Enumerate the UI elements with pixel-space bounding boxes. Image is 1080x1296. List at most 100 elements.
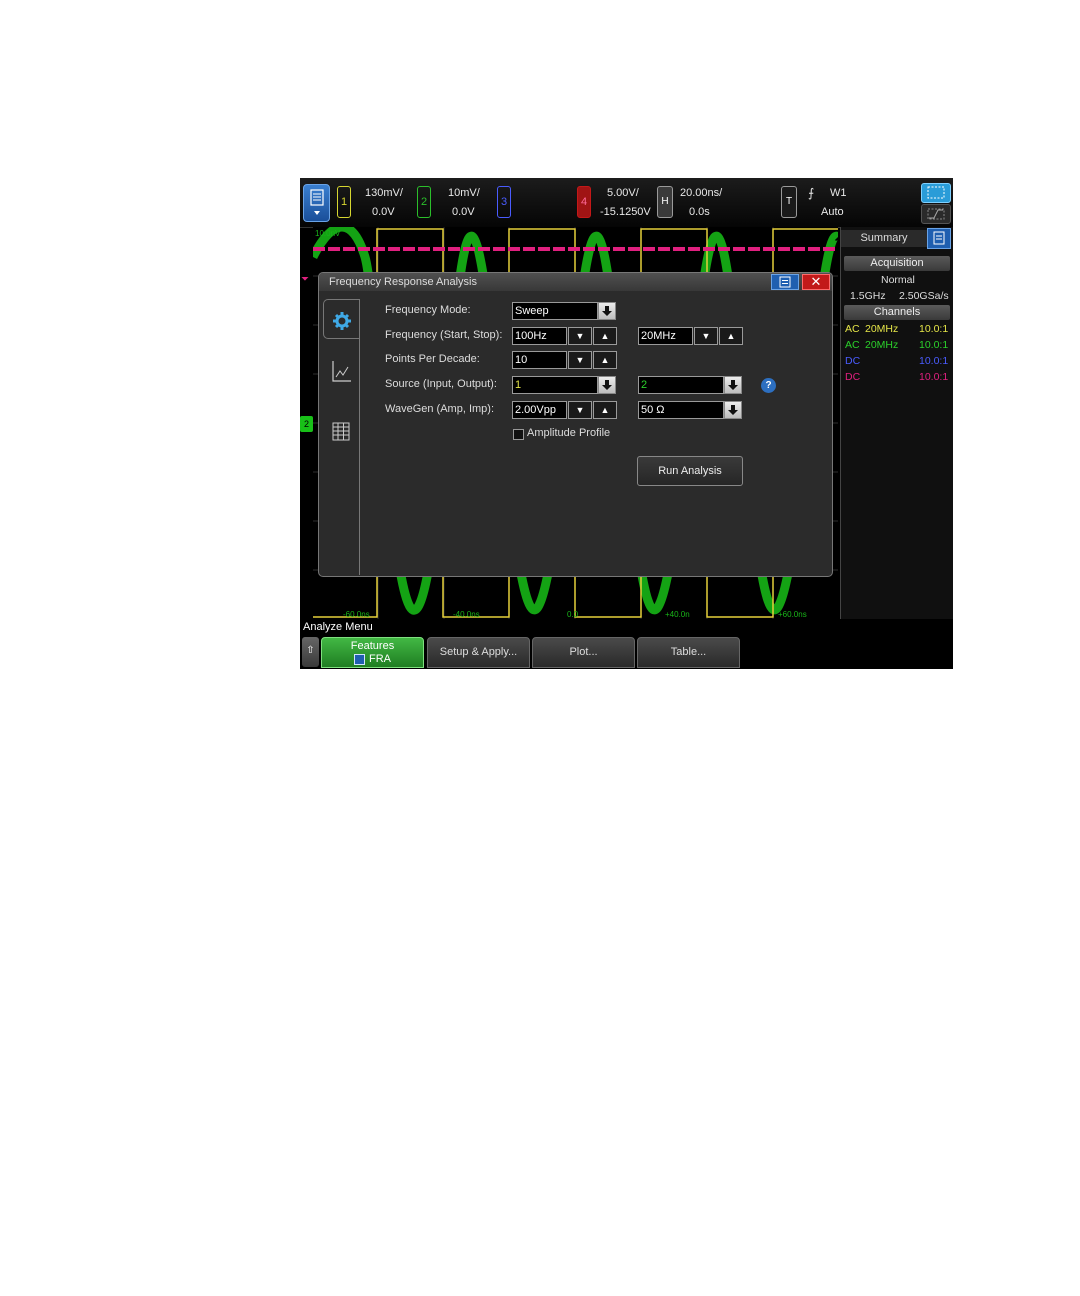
channel-4-scale: 5.00V/ xyxy=(607,187,639,199)
channels-header: Channels xyxy=(844,305,950,320)
source-output-dropdown[interactable] xyxy=(724,376,742,394)
draw-trigger-icon xyxy=(927,208,945,220)
channel-4-offset: -15.1250V xyxy=(600,206,651,218)
frequency-mode-dropdown[interactable] xyxy=(598,302,616,320)
horizontal-button[interactable]: H xyxy=(657,186,673,218)
channel-4-coupling: DC xyxy=(845,371,861,383)
source-output-select[interactable]: 2 xyxy=(638,376,724,394)
points-per-decade-label: Points Per Decade: xyxy=(385,353,480,365)
oscilloscope-screen: 1 130mV/ 0.0V 2 10mV/ 0.0V 3 4 5.00V/ -1… xyxy=(300,178,953,669)
acquisition-mode: Normal xyxy=(881,274,915,286)
dialog-close-button[interactable]: ✕ xyxy=(802,274,830,290)
timebase-value: 20.00ns/ xyxy=(680,187,723,199)
channel-2-probe: 10.0:1 xyxy=(919,339,949,351)
trigger-mode: Auto xyxy=(821,206,844,218)
channel-1-bw: 20MHz xyxy=(865,323,899,335)
delay-value: 0.0s xyxy=(689,206,710,218)
touch-draw-button[interactable] xyxy=(921,204,951,224)
trigger-button[interactable]: T xyxy=(781,186,797,218)
amplitude-profile-label: Amplitude Profile xyxy=(527,427,611,439)
help-icon[interactable]: ? xyxy=(761,378,776,393)
frequency-start-decrement[interactable]: ▼ xyxy=(568,327,592,345)
points-decrement[interactable]: ▼ xyxy=(568,351,592,369)
tab-table[interactable] xyxy=(323,411,359,451)
run-analysis-button[interactable]: Run Analysis xyxy=(637,456,743,486)
dialog-title: Frequency Response Analysis xyxy=(329,276,477,288)
source-label: Source (Input, Output): xyxy=(385,378,497,390)
waveform-scale-label: 10.0nV xyxy=(315,229,341,238)
amplitude-increment[interactable]: ▲ xyxy=(593,401,617,419)
points-per-decade-input[interactable]: 10 xyxy=(512,351,567,369)
table-icon xyxy=(332,422,350,441)
table-softkey[interactable]: Table... xyxy=(637,637,740,668)
status-bar: 1 130mV/ 0.0V 2 10mV/ 0.0V 3 4 5.00V/ -1… xyxy=(300,178,953,228)
channel-1-coupling: AC xyxy=(845,323,860,335)
time-label-4: +40.0n xyxy=(665,610,690,619)
acquisition-header: Acquisition xyxy=(844,256,950,271)
summary-sidebar: Summary Acquisition Normal 1.5GHz 2.50GS… xyxy=(840,227,953,619)
frequency-mode-select[interactable]: Sweep xyxy=(512,302,598,320)
points-increment[interactable]: ▲ xyxy=(593,351,617,369)
features-label: Features xyxy=(350,640,395,652)
channel-1-button[interactable]: 1 xyxy=(337,186,351,218)
frequency-start-increment[interactable]: ▲ xyxy=(593,327,617,345)
tab-plot[interactable] xyxy=(323,351,359,391)
setup-apply-softkey[interactable]: Setup & Apply... xyxy=(427,637,530,668)
time-label-2: -40.0ns xyxy=(453,610,480,619)
amplitude-profile-checkbox[interactable] xyxy=(513,429,524,440)
menu-icon xyxy=(310,189,324,215)
tab-setup[interactable] xyxy=(323,299,359,339)
select-region-icon xyxy=(927,186,945,199)
acquisition-bandwidth: 1.5GHz xyxy=(850,290,886,302)
channel-2-button[interactable]: 2 xyxy=(417,186,431,218)
frequency-start-input[interactable]: 100Hz xyxy=(512,327,567,345)
channel-2-coupling: AC xyxy=(845,339,860,351)
fra-dialog: Frequency Response Analysis ✕ Frequency … xyxy=(318,272,833,577)
menu-icon xyxy=(933,231,945,245)
time-label-3: 0.0 xyxy=(567,610,579,619)
trigger-source: W1 xyxy=(830,187,847,199)
sidebar-title[interactable]: Summary xyxy=(841,230,927,247)
features-softkey[interactable]: Features FRA xyxy=(321,637,424,668)
back-button[interactable]: ⇧ xyxy=(302,637,319,667)
time-label-5: +60.0ns xyxy=(778,610,807,619)
amplitude-decrement[interactable]: ▼ xyxy=(568,401,592,419)
wavegen-impedance-select[interactable]: 50 Ω xyxy=(638,401,724,419)
dialog-title-bar[interactable]: Frequency Response Analysis ✕ xyxy=(319,273,832,291)
channel-2-ground-marker[interactable]: 2 xyxy=(300,416,313,432)
enabled-checkbox-icon xyxy=(354,654,365,665)
frequency-stop-input[interactable]: 20MHz xyxy=(638,327,693,345)
wavegen-label: WaveGen (Amp, Imp): xyxy=(385,403,495,415)
zoom-select-button[interactable] xyxy=(921,183,951,203)
time-label-1: -60.0ns xyxy=(343,610,370,619)
channel-1-probe: 10.0:1 xyxy=(919,323,949,335)
channel-2-bw: 20MHz xyxy=(865,339,899,351)
arrow-down-icon xyxy=(728,405,738,415)
source-input-dropdown[interactable] xyxy=(598,376,616,394)
wavegen-amplitude-input[interactable]: 2.00Vpp xyxy=(512,401,567,419)
frequency-stop-increment[interactable]: ▲ xyxy=(719,327,743,345)
main-menu-button[interactable] xyxy=(303,184,330,222)
frequency-mode-label: Frequency Mode: xyxy=(385,304,471,316)
plot-softkey[interactable]: Plot... xyxy=(532,637,635,668)
chart-icon xyxy=(332,361,351,382)
channel-1-scale: 130mV/ xyxy=(365,187,403,199)
softkey-menu-title: Analyze Menu xyxy=(303,621,373,633)
channel-3-probe: 10.0:1 xyxy=(919,355,949,367)
channel-4-probe: 10.0:1 xyxy=(919,371,949,383)
frequency-label: Frequency (Start, Stop): xyxy=(385,329,503,341)
channel-4-button[interactable]: 4 xyxy=(577,186,591,218)
sidebar-menu-button[interactable] xyxy=(927,228,951,249)
arrow-down-icon xyxy=(728,380,738,390)
dialog-menu-button[interactable] xyxy=(771,274,799,290)
frequency-stop-decrement[interactable]: ▼ xyxy=(694,327,718,345)
trigger-slope-icon: ⨍ xyxy=(808,186,815,200)
channel-3-coupling: DC xyxy=(845,355,861,367)
impedance-dropdown[interactable] xyxy=(724,401,742,419)
source-input-select[interactable]: 1 xyxy=(512,376,598,394)
features-value: FRA xyxy=(369,653,391,665)
channel-2-offset: 0.0V xyxy=(452,206,475,218)
channel-2-scale: 10mV/ xyxy=(448,187,480,199)
channel-3-button[interactable]: 3 xyxy=(497,186,511,218)
gear-icon xyxy=(333,312,351,330)
